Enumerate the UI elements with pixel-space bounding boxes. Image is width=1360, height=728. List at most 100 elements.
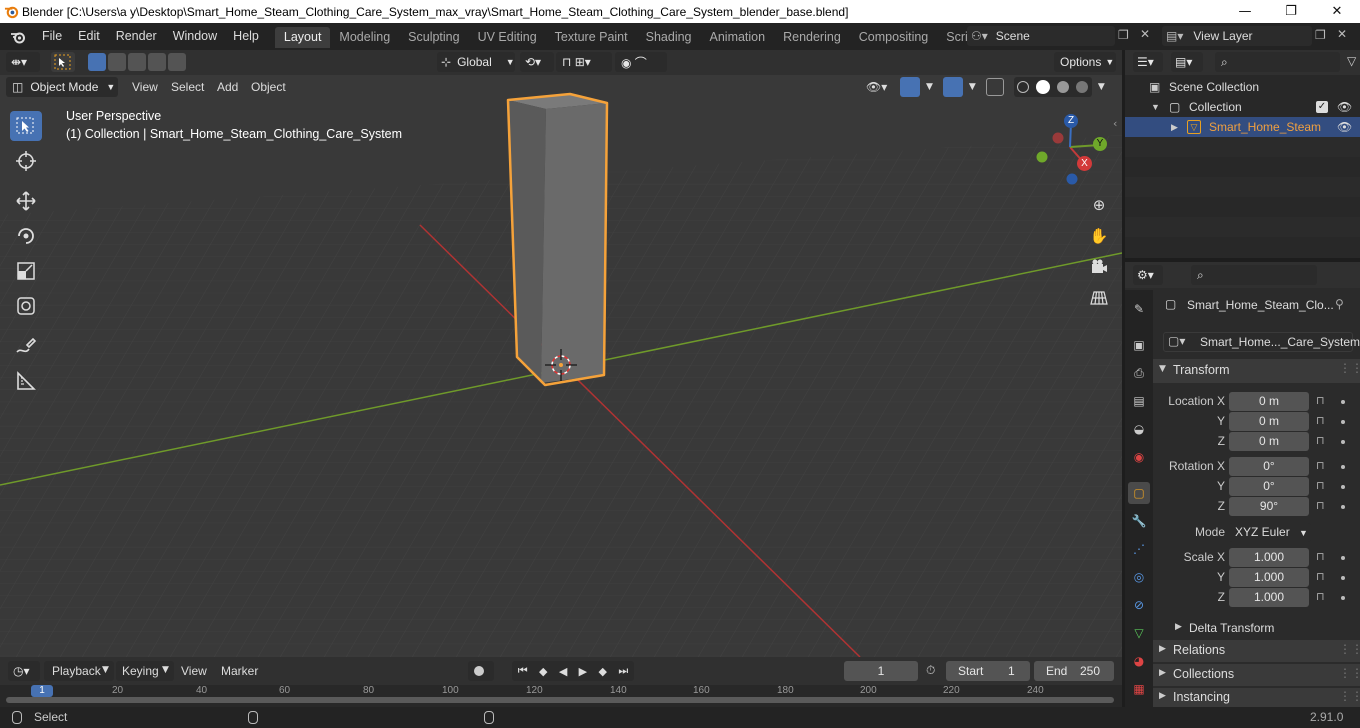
instancing-section[interactable]: ▶ Instancing ⋮⋮	[1153, 688, 1360, 707]
modifier-tab-icon[interactable]: 🔧	[1128, 510, 1150, 532]
drag-handle-icon[interactable]: ⋮⋮	[1339, 666, 1360, 680]
render-tab-icon[interactable]: ▣	[1128, 334, 1150, 356]
gizmo-toggle-icon[interactable]	[900, 77, 920, 97]
rotation-z-field[interactable]: 90°	[1229, 497, 1309, 516]
solid-shading-icon[interactable]	[1036, 80, 1051, 94]
rendered-shading-icon[interactable]	[1076, 81, 1089, 93]
tab-modeling[interactable]: Modeling	[330, 27, 399, 48]
mode-invert-icon[interactable]	[148, 53, 166, 71]
outliner-editor-type[interactable]: ☰▾	[1133, 52, 1163, 72]
properties-search[interactable]: ⌕	[1191, 265, 1317, 285]
next-keyframe-icon[interactable]: ◆	[599, 665, 607, 678]
world-tab-icon[interactable]: ◉	[1128, 446, 1150, 468]
editor-type-button[interactable]: ⇼▾	[6, 52, 40, 72]
lock-icon[interactable]: ⊓	[1316, 414, 1330, 428]
keyframe-dot[interactable]	[1341, 465, 1345, 469]
tab-sculpting[interactable]: Sculpting	[399, 27, 468, 48]
expand-icon[interactable]: ▶	[1171, 117, 1178, 137]
select-box-tool[interactable]	[10, 111, 42, 141]
move-tool[interactable]	[10, 186, 42, 216]
tab-compositing[interactable]: Compositing	[850, 27, 937, 48]
snap-dropdown[interactable]: ⊓ ⊞▾	[556, 52, 612, 72]
material-tab-icon[interactable]: ◕	[1128, 650, 1150, 672]
timeline-editor-type[interactable]: ◷▾	[8, 661, 40, 681]
sidebar-toggle-icon[interactable]: ‹	[1113, 117, 1117, 130]
visibility-eye-icon[interactable]: 👁▾	[866, 77, 894, 97]
lock-icon[interactable]: ⊓	[1316, 550, 1330, 564]
play-icon[interactable]: ▶	[579, 665, 587, 678]
rotation-y-field[interactable]: 0°	[1229, 477, 1309, 496]
object-datablock-field[interactable]: ▢▾ Smart_Home..._Care_System	[1163, 332, 1360, 352]
keyframe-dot[interactable]	[1341, 400, 1345, 404]
gizmo-x-icon[interactable]: X	[1077, 156, 1092, 171]
rotation-x-field[interactable]: 0°	[1229, 457, 1309, 476]
location-x-field[interactable]: 0 m	[1229, 392, 1309, 411]
tab-texture-paint[interactable]: Texture Paint	[546, 27, 637, 48]
remove-view-layer-icon[interactable]: ✕	[1337, 27, 1347, 41]
lock-icon[interactable]: ⊓	[1316, 570, 1330, 584]
tab-animation[interactable]: Animation	[701, 27, 775, 48]
keyframe-dot[interactable]	[1341, 505, 1345, 509]
transform-orientation-dropdown[interactable]: ⊹ Global ▼	[437, 52, 515, 72]
lock-icon[interactable]: ⊓	[1316, 434, 1330, 448]
new-view-layer-icon[interactable]: ❐	[1315, 28, 1326, 42]
active-tool-button[interactable]	[51, 52, 75, 72]
drag-handle-icon[interactable]: ⋮⋮	[1339, 689, 1360, 703]
auto-keying-button[interactable]	[468, 661, 494, 681]
material-shading-icon[interactable]	[1057, 81, 1070, 93]
timeline-ruler[interactable]: 1 20 40 60 80 100 120 140 160 180 200 22…	[0, 685, 1122, 707]
data-tab-icon[interactable]: ▽	[1128, 622, 1150, 644]
pivot-point-dropdown[interactable]: ⟲▾	[520, 52, 554, 72]
menu-window[interactable]: Window	[165, 23, 225, 50]
delta-transform-subpanel[interactable]: ▶ Delta Transform	[1165, 619, 1355, 639]
location-y-field[interactable]: 0 m	[1229, 412, 1309, 431]
zoom-button[interactable]: ⊕	[1086, 192, 1112, 218]
toggle-perspective-button[interactable]	[1086, 285, 1112, 311]
mode-subtract-icon[interactable]	[128, 53, 146, 71]
drag-handle-icon[interactable]: ⋮⋮	[1339, 361, 1360, 375]
chevron-down-icon[interactable]: ▼	[926, 82, 933, 92]
playback-menu[interactable]: Playback ▼	[44, 661, 114, 681]
output-tab-icon[interactable]: ⎙	[1128, 362, 1150, 384]
outliner-search[interactable]: ⌕	[1215, 52, 1340, 72]
mode-set-icon[interactable]	[88, 53, 106, 71]
menu-edit[interactable]: Edit	[70, 23, 108, 50]
jump-end-icon[interactable]: ⏭	[618, 664, 628, 678]
play-reverse-icon[interactable]: ◀	[559, 665, 567, 678]
measure-tool[interactable]	[10, 366, 42, 396]
collections-section[interactable]: ▶ Collections ⋮⋮	[1153, 664, 1360, 686]
object-tab-icon[interactable]: ▢	[1128, 482, 1150, 504]
viewport-menu-add[interactable]: Add	[217, 77, 238, 97]
properties-editor-type[interactable]: ⚙▾	[1133, 265, 1163, 285]
3d-viewport[interactable]: Z Y X User Perspective (1) Collection | …	[0, 75, 1122, 657]
keyframe-dot[interactable]	[1341, 576, 1345, 580]
lock-icon[interactable]: ⊓	[1316, 590, 1330, 604]
transform-section-header[interactable]: ▼ Transform ⋮⋮	[1153, 359, 1360, 383]
keyframe-dot[interactable]	[1341, 596, 1345, 600]
keying-menu[interactable]: Keying ▼	[116, 661, 174, 681]
prev-keyframe-icon[interactable]: ◆	[539, 665, 547, 678]
outliner-display-mode[interactable]: ▤▾	[1171, 52, 1203, 72]
scale-x-field[interactable]: 1.000	[1229, 548, 1309, 567]
close-button[interactable]: ✕	[1314, 0, 1360, 23]
outliner-scene-collection[interactable]: ▣ Scene Collection	[1125, 77, 1360, 97]
xray-toggle-icon[interactable]	[985, 78, 1004, 96]
texture-tab-icon[interactable]: ▦	[1128, 678, 1150, 700]
current-frame-field[interactable]: 1	[844, 661, 918, 681]
lock-icon[interactable]: ⊓	[1316, 459, 1330, 473]
cursor-tool[interactable]	[10, 146, 42, 176]
playhead-frame[interactable]: 1	[31, 685, 53, 697]
tab-shading[interactable]: Shading	[637, 27, 701, 48]
collection-checkbox[interactable]: ✓	[1316, 101, 1328, 113]
rotation-mode-dropdown[interactable]: XYZ Euler ▼	[1229, 523, 1311, 542]
outliner-collection[interactable]: ▼ ▢ Collection ✓ 👁	[1125, 97, 1360, 117]
pin-icon[interactable]: ⚲	[1335, 297, 1344, 311]
menu-file[interactable]: File	[34, 23, 70, 50]
new-scene-icon[interactable]: ❐	[1118, 28, 1129, 42]
relations-section[interactable]: ▶ Relations ⋮⋮	[1153, 640, 1360, 662]
minimize-button[interactable]: —	[1222, 0, 1268, 23]
stopwatch-icon[interactable]: ⏱	[926, 663, 935, 678]
timeline-menu-marker[interactable]: Marker	[221, 661, 258, 681]
timeline-menu-view[interactable]: View	[181, 661, 207, 681]
drag-handle-icon[interactable]: ⋮⋮	[1339, 642, 1360, 656]
